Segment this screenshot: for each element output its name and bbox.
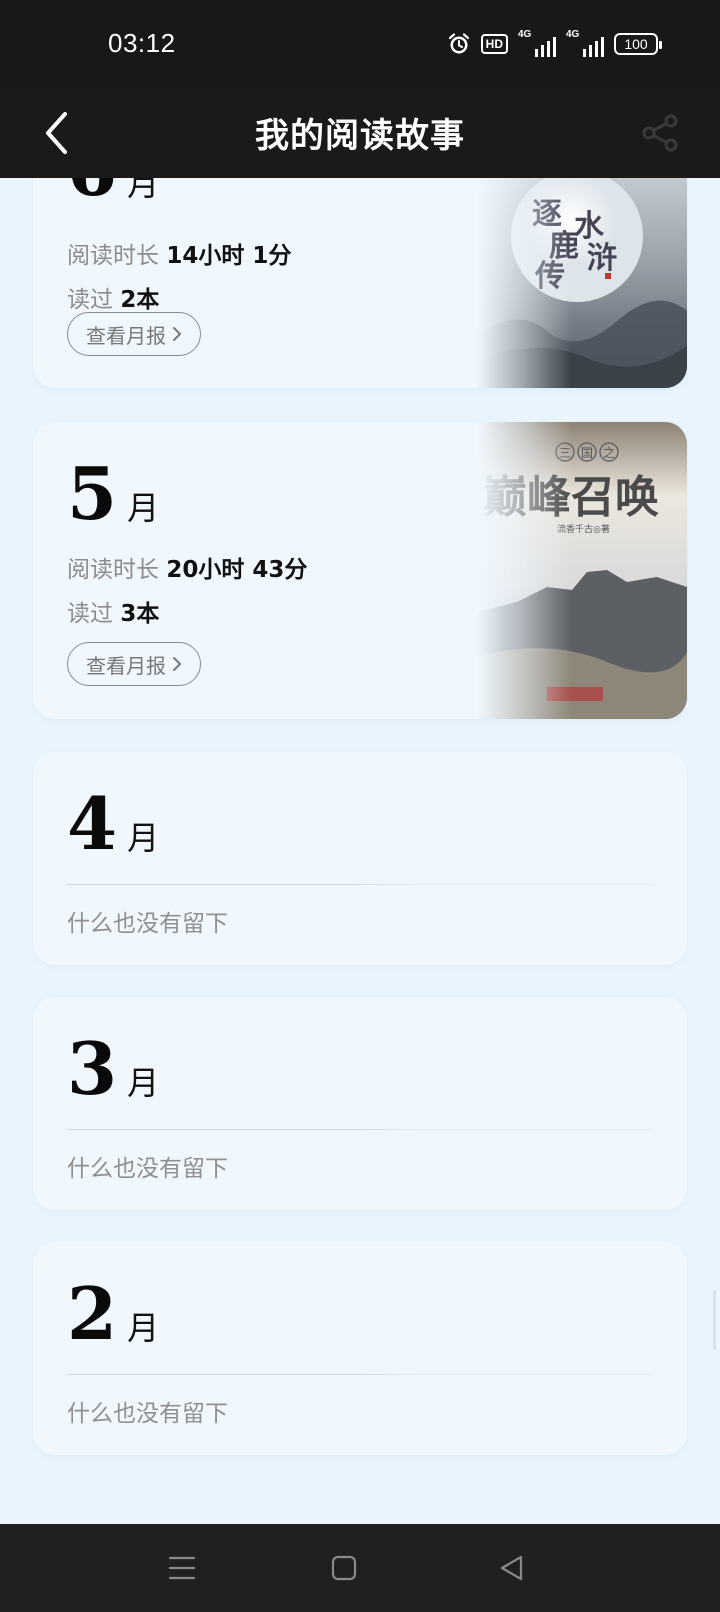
report-button-label: 查看月报 <box>86 323 166 348</box>
empty-message: 什么也没有留下 <box>67 1401 228 1427</box>
system-nav-bar <box>0 1524 720 1612</box>
status-icons: HD 4G 4G 100 <box>447 29 662 58</box>
books-value: 3本 <box>120 601 160 627</box>
month-unit: 月 <box>127 178 160 203</box>
duration-value: 20小时 43分 <box>166 557 308 583</box>
chevron-right-icon <box>173 657 182 671</box>
back-triangle-icon <box>500 1555 523 1581</box>
month-card: 6 月 阅读时长 14小时 1分 读过 2本 查看月报 <box>33 178 687 388</box>
page-title: 我的阅读故事 <box>255 116 465 156</box>
status-bar: 03:12 HD 4G 4G 100 <box>0 0 720 88</box>
report-button-label: 查看月报 <box>86 653 166 678</box>
books-read: 读过 3本 <box>67 594 159 628</box>
reading-duration: 阅读时长 20小时 43分 <box>67 550 307 584</box>
month-heading: 4 月 <box>67 788 159 860</box>
books-label: 读过 <box>67 287 113 313</box>
duration-label: 阅读时长 <box>67 557 159 583</box>
battery-icon: 100 <box>614 33 662 55</box>
reading-story-list[interactable]: 6 月 阅读时长 14小时 1分 读过 2本 查看月报 <box>0 178 720 1524</box>
month-unit: 月 <box>127 1064 160 1102</box>
empty-message: 什么也没有留下 <box>67 1156 228 1182</box>
month-heading: 5 月 <box>67 458 159 530</box>
chevron-right-icon <box>173 327 182 341</box>
back-nav-button[interactable] <box>492 1548 532 1588</box>
book-cover: 三 国 之 巅峰召唤 流香千古◎著 <box>477 422 687 719</box>
empty-message: 什么也没有留下 <box>67 911 228 937</box>
scrollbar[interactable] <box>713 1290 716 1350</box>
month-number: 6 <box>67 178 117 206</box>
month-card: 4 月 什么也没有留下 <box>33 752 687 965</box>
month-heading: 3 月 <box>67 1033 159 1105</box>
title-bar: 我的阅读故事 <box>0 88 720 178</box>
month-unit: 月 <box>127 1309 160 1347</box>
month-card: 2 月 什么也没有留下 <box>33 1242 687 1455</box>
month-number: 4 <box>67 781 118 866</box>
books-label: 读过 <box>67 601 113 627</box>
book-cover: 逐 水 鹿 浒 传 <box>477 178 687 388</box>
month-number: 5 <box>67 451 118 536</box>
books-value: 2本 <box>120 287 160 313</box>
network-label: 4G <box>518 29 532 40</box>
books-read: 读过 2本 <box>67 280 159 314</box>
menu-button[interactable] <box>162 1548 202 1588</box>
month-card: 3 月 什么也没有留下 <box>33 997 687 1210</box>
divider <box>67 884 653 885</box>
month-card: 5 月 阅读时长 20小时 43分 读过 3本 查看月报 <box>33 422 687 719</box>
home-button[interactable] <box>324 1548 364 1588</box>
status-time: 03:12 <box>108 28 176 58</box>
alarm-icon <box>447 32 471 56</box>
view-monthly-report-button[interactable]: 查看月报 <box>67 312 201 356</box>
month-number: 2 <box>67 1271 118 1356</box>
share-button[interactable] <box>640 112 682 154</box>
month-unit: 月 <box>127 819 160 857</box>
month-number: 3 <box>67 1026 118 1111</box>
divider <box>67 1129 653 1130</box>
menu-icon <box>168 1556 196 1580</box>
network-label: 4G <box>566 29 580 40</box>
duration-label: 阅读时长 <box>67 243 159 269</box>
duration-value: 14小时 1分 <box>166 243 292 269</box>
month-unit: 月 <box>127 489 160 527</box>
share-icon <box>642 114 678 152</box>
signal-4g-icon: 4G <box>518 29 556 57</box>
month-heading: 6 月 <box>67 178 159 206</box>
month-heading: 2 月 <box>67 1278 159 1350</box>
divider <box>67 1374 653 1375</box>
view-monthly-report-button[interactable]: 查看月报 <box>67 642 201 686</box>
home-icon <box>331 1555 357 1581</box>
signal-4g-icon: 4G <box>566 29 604 57</box>
hd-voice-icon: HD <box>480 34 508 54</box>
reading-duration: 阅读时长 14小时 1分 <box>67 236 291 270</box>
